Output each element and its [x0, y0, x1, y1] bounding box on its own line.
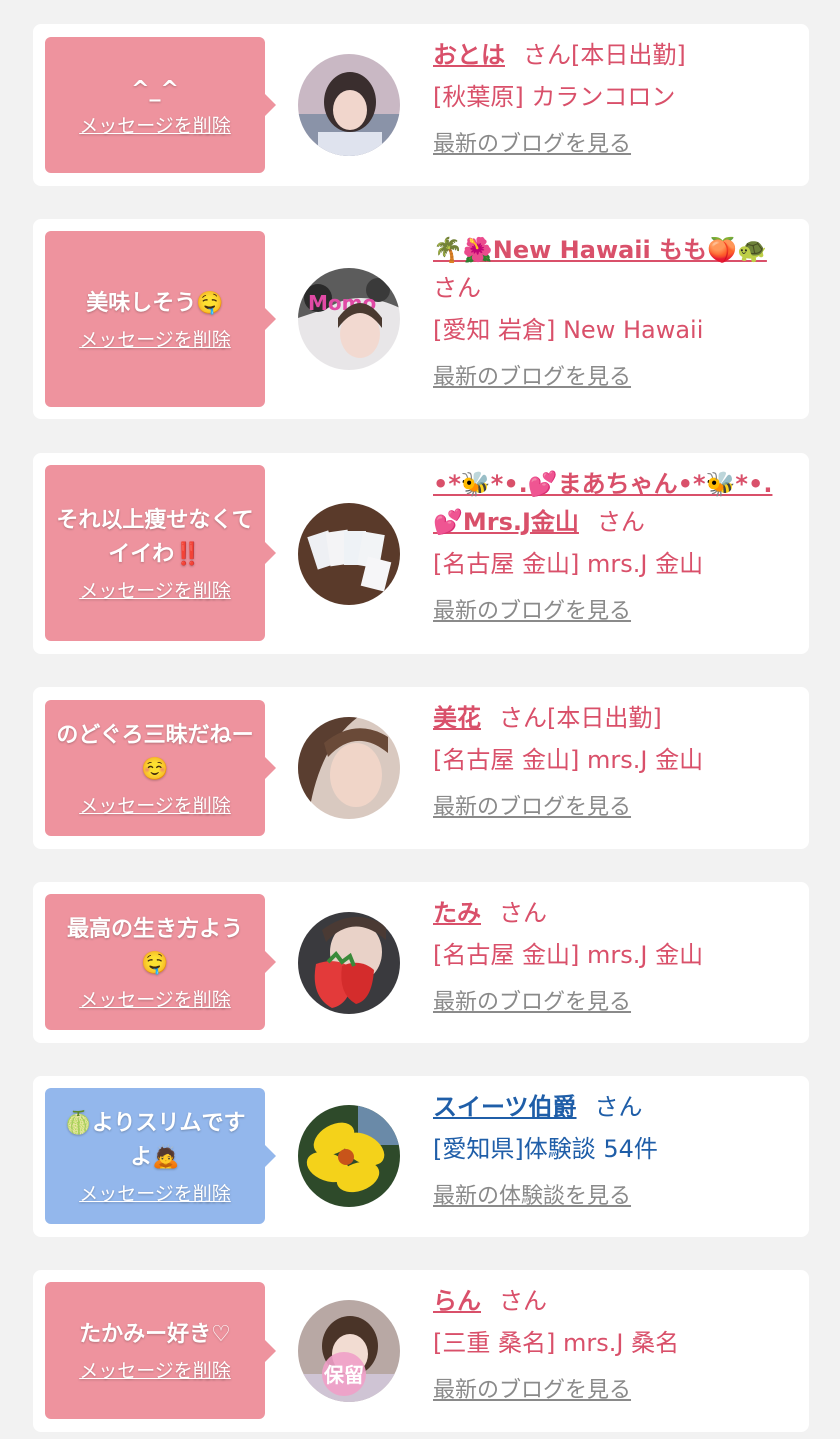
message-bubble: ^_^ メッセージを削除 — [45, 37, 276, 173]
name-suffix: さん[本日出勤] — [523, 41, 686, 69]
name-link[interactable]: たみ — [433, 899, 481, 927]
avatar[interactable] — [298, 717, 400, 819]
hold-stamp: 保留 — [323, 1363, 364, 1387]
message-card: 🍈よりスリムですよ🙇 メッセージを削除 スイーツ伯爵 さん [愛知県]体験談 54… — [33, 1076, 809, 1237]
avatar[interactable]: 保留 — [298, 1300, 400, 1402]
name-suffix: さん — [594, 1093, 643, 1121]
photo-girl-icon — [298, 54, 400, 156]
blog-link[interactable]: 最新のブログを見る — [433, 593, 631, 625]
delete-message-link[interactable]: メッセージを削除 — [79, 985, 231, 1012]
delete-message-link[interactable]: メッセージを削除 — [79, 1179, 231, 1206]
profile-info: 🌴🌺New Hawaii もも🍑🐢 さん [愛知 岩倉] New Hawaii … — [433, 231, 783, 391]
blog-link[interactable]: 最新のブログを見る — [433, 1372, 631, 1404]
name-link[interactable]: 🌴🌺New Hawaii もも🍑🐢 — [433, 236, 767, 264]
shop-text: [愛知 岩倉] New Hawaii — [433, 316, 704, 344]
message-text: 🍈よりスリムですよ🙇 — [64, 1110, 246, 1170]
name-link[interactable]: 美花 — [433, 704, 481, 732]
delete-message-link[interactable]: メッセージを削除 — [79, 791, 231, 818]
profile-info: スイーツ伯爵 さん [愛知県]体験談 54件 最新の体験談を見る — [433, 1088, 783, 1210]
message-text: のどぐろ三昧だねー☺️ — [56, 722, 254, 782]
shop-text: [名古屋 金山] mrs.J 金山 — [433, 550, 704, 578]
avatar[interactable]: Momo — [298, 268, 400, 370]
message-card: たかみー好き♡ メッセージを削除 保留 らん さん [三重 桑名] mrs.J 桑… — [33, 1270, 809, 1432]
message-bubble: 🍈よりスリムですよ🙇 メッセージを削除 — [45, 1088, 276, 1224]
photo-cards-icon — [298, 503, 400, 605]
name-suffix: さん[本日出勤] — [499, 704, 662, 732]
photo-mono-icon: Momo — [298, 268, 400, 370]
shop-text: [愛知県]体験談 54件 — [433, 1135, 658, 1163]
photo-woman-icon — [298, 717, 400, 819]
profile-info: らん さん [三重 桑名] mrs.J 桑名 最新のブログを見る — [433, 1282, 783, 1404]
blog-link[interactable]: 最新のブログを見る — [433, 126, 631, 158]
avatar[interactable] — [298, 1105, 400, 1207]
message-bubble: のどぐろ三昧だねー☺️ メッセージを削除 — [45, 700, 276, 836]
photo-hold-icon: 保留 — [298, 1300, 400, 1402]
shop-text: [名古屋 金山] mrs.J 金山 — [433, 746, 704, 774]
message-bubble: 最高の生き方よう🤤 メッセージを削除 — [45, 894, 276, 1030]
name-suffix: さん — [499, 1287, 547, 1315]
message-bubble: たかみー好き♡ メッセージを削除 — [45, 1282, 276, 1419]
blog-link[interactable]: 最新のブログを見る — [433, 789, 631, 821]
message-card: ^_^ メッセージを削除 おとは さん[本日出勤] [秋葉原] カランコロン 最新… — [33, 24, 809, 186]
message-text: 最高の生き方よう🤤 — [66, 916, 243, 976]
avatar[interactable] — [298, 503, 400, 605]
message-card: のどぐろ三昧だねー☺️ メッセージを削除 美花 さん[本日出勤] [名古屋 金山]… — [33, 687, 809, 849]
profile-info: 美花 さん[本日出勤] [名古屋 金山] mrs.J 金山 最新のブログを見る — [433, 699, 783, 821]
delete-message-link[interactable]: メッセージを削除 — [79, 325, 231, 352]
delete-message-link[interactable]: メッセージを削除 — [79, 1356, 231, 1383]
avatar[interactable] — [298, 54, 400, 156]
name-suffix: さん — [596, 508, 645, 536]
delete-message-link[interactable]: メッセージを削除 — [79, 576, 231, 603]
profile-info: たみ さん [名古屋 金山] mrs.J 金山 最新のブログを見る — [433, 894, 783, 1016]
delete-message-link[interactable]: メッセージを削除 — [79, 111, 231, 138]
name-link[interactable]: おとは — [433, 41, 505, 69]
message-text: それ以上痩せなくてイイわ‼️ — [56, 507, 254, 567]
name-link[interactable]: スイーツ伯爵 — [433, 1093, 577, 1121]
message-bubble: 美味しそう🤤 メッセージを削除 — [45, 231, 276, 407]
message-card: 美味しそう🤤 メッセージを削除 Momo 🌴🌺New Hawaii もも🍑🐢 さ… — [33, 219, 809, 419]
name-link[interactable]: らん — [433, 1287, 481, 1315]
avatar[interactable] — [298, 912, 400, 1014]
blog-link[interactable]: 最新のブログを見る — [433, 359, 631, 391]
shop-text: [三重 桑名] mrs.J 桑名 — [433, 1329, 680, 1357]
profile-info: •*🐝*•.💕まあちゃん•*🐝*•.💕Mrs.J金山 さん [名古屋 金山] mr… — [433, 465, 783, 625]
shop-text: [秋葉原] カランコロン — [433, 83, 676, 111]
message-text: ^_^ — [131, 76, 179, 102]
message-bubble: それ以上痩せなくてイイわ‼️ メッセージを削除 — [45, 465, 276, 641]
message-card: 最高の生き方よう🤤 メッセージを削除 たみ さん [名古屋 金山] mrs.J 金… — [33, 882, 809, 1043]
message-text: たかみー好き♡ — [79, 1322, 231, 1347]
message-card: それ以上痩せなくてイイわ‼️ メッセージを削除 •*🐝*•.💕まあちゃん•*🐝*… — [33, 453, 809, 654]
name-suffix: さん — [499, 899, 547, 927]
photo-strawberry-icon — [298, 912, 400, 1014]
blog-link[interactable]: 最新の体験談を見る — [433, 1178, 631, 1210]
message-text: 美味しそう🤤 — [86, 290, 224, 316]
blog-link[interactable]: 最新のブログを見る — [433, 984, 631, 1016]
message-list: ^_^ メッセージを削除 おとは さん[本日出勤] [秋葉原] カランコロン 最新… — [0, 0, 840, 1439]
profile-info: おとは さん[本日出勤] [秋葉原] カランコロン 最新のブログを見る — [433, 36, 783, 158]
shop-text: [名古屋 金山] mrs.J 金山 — [433, 941, 704, 969]
name-suffix: さん — [433, 274, 481, 302]
photo-flower-icon — [298, 1105, 400, 1207]
